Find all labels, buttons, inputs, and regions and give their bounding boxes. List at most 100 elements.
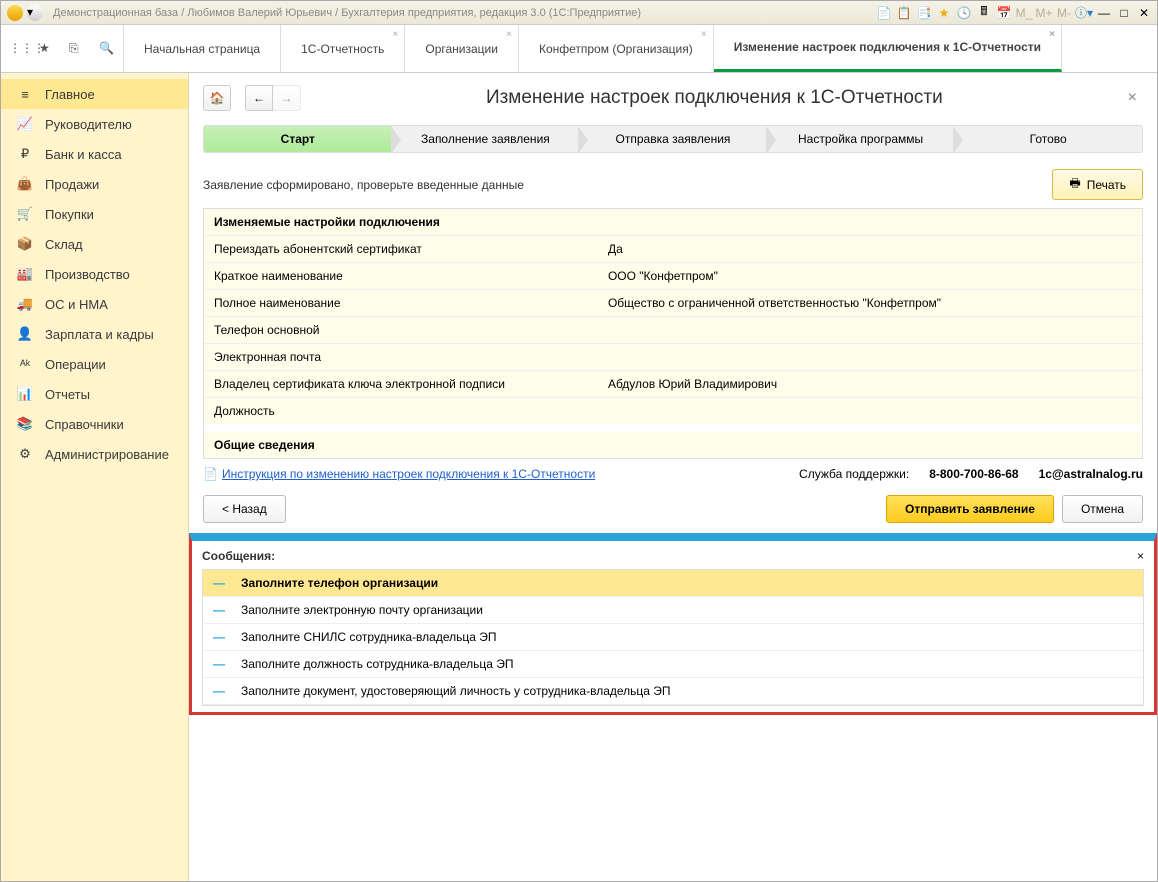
sidebar-item[interactable]: 👜Продажи — [1, 169, 188, 199]
search-icon[interactable]: 🔍 — [99, 41, 115, 57]
section1-header: Изменяемые настройки подключения — [204, 209, 1142, 236]
clipboard-icon[interactable]: ⎘ — [69, 41, 85, 57]
wizard-step[interactable]: Отправка заявления — [579, 126, 767, 152]
minimize-icon[interactable]: — — [1097, 6, 1111, 20]
tab-close-icon[interactable]: × — [393, 29, 399, 40]
ops-icon: ᴬᵏ — [15, 356, 35, 372]
tab-bar: ⋮⋮⋮ ★ ⎘ 🔍 Начальная страница1С-Отчетност… — [1, 25, 1157, 73]
message-item[interactable]: —Заполните документ, удостоверяющий личн… — [203, 678, 1143, 705]
row-label: Телефон основной — [204, 317, 598, 344]
row-value — [598, 398, 1142, 429]
row-value — [598, 344, 1142, 371]
sidebar-item[interactable]: 🛒Покупки — [1, 199, 188, 229]
sidebar-item[interactable]: ᴬᵏ Операции — [1, 349, 188, 379]
app-icon-1c — [7, 5, 23, 21]
m-icon-1[interactable]: M_ — [1017, 6, 1031, 20]
sidebar-item[interactable]: 🚚ОС и НМА — [1, 289, 188, 319]
sidebar-label: Руководителю — [45, 117, 132, 132]
row-label: Должность — [204, 398, 598, 429]
calendar-icon[interactable]: 📅 — [997, 6, 1011, 20]
sidebar-item[interactable]: 📚Справочники — [1, 409, 188, 439]
window-title: Демонстрационная база / Любимов Валерий … — [53, 7, 877, 19]
message-text: Заполните документ, удостоверяющий лично… — [241, 684, 671, 698]
sidebar-label: Банк и касса — [45, 147, 122, 162]
star-icon[interactable]: ★ — [937, 6, 951, 20]
support-label: Служба поддержки: — [799, 467, 909, 481]
print-button[interactable]: 🖶 Печать — [1052, 169, 1143, 200]
wizard-steps: СтартЗаполнение заявленияОтправка заявле… — [203, 125, 1143, 153]
message-text: Заполните электронную почту организации — [241, 603, 483, 617]
sidebar-item[interactable]: 🏭Производство — [1, 259, 188, 289]
apps-icon[interactable]: ⋮⋮⋮ — [9, 41, 25, 57]
tool-icon-c[interactable]: 📑 — [917, 6, 931, 20]
tab[interactable]: Организации× — [405, 25, 519, 72]
back-wizard-button[interactable]: < Назад — [203, 495, 286, 523]
tab-close-icon[interactable]: × — [1049, 29, 1055, 40]
send-button[interactable]: Отправить заявление — [886, 495, 1054, 523]
message-item[interactable]: —Заполните телефон организации — [203, 570, 1143, 597]
gear-icon: ⚙ — [15, 446, 35, 462]
sidebar-item[interactable]: 📦Склад — [1, 229, 188, 259]
doc-icon: 📄 — [203, 467, 218, 481]
print-icon: 🖶 — [1069, 174, 1080, 195]
sidebar-item[interactable]: ⚙Администрирование — [1, 439, 188, 469]
tab-label: Изменение настроек подключения к 1С-Отче… — [734, 40, 1041, 54]
person-icon: 👤 — [15, 326, 35, 342]
tab-close-icon[interactable]: × — [701, 29, 707, 40]
row-label: Электронная почта — [204, 344, 598, 371]
forward-button[interactable]: → — [273, 85, 301, 111]
back-button[interactable]: ← — [245, 85, 273, 111]
cancel-button[interactable]: Отмена — [1062, 495, 1143, 523]
tab[interactable]: 1С-Отчетность × — [281, 25, 405, 72]
row-label: Полное наименование — [204, 290, 598, 317]
sidebar-label: Покупки — [45, 207, 94, 222]
print-label: Печать — [1087, 178, 1126, 192]
app-icon-down[interactable]: ▾ — [27, 5, 43, 21]
maximize-icon[interactable]: □ — [1117, 6, 1131, 20]
wizard-step[interactable]: Заполнение заявления — [392, 126, 580, 152]
tab[interactable]: Конфетпром (Организация)× — [519, 25, 714, 72]
sidebar-label: Операции — [45, 357, 106, 372]
message-item[interactable]: —Заполните должность сотрудника-владельц… — [203, 651, 1143, 678]
row-label: Переиздать абонентский сертификат — [204, 236, 598, 263]
tool-icon-b[interactable]: 📋 — [897, 6, 911, 20]
tool-icon-a[interactable]: 📄 — [877, 6, 891, 20]
message-text: Заполните СНИЛС сотрудника-владельца ЭП — [241, 630, 497, 644]
tab-label: 1С-Отчетность — [301, 42, 384, 56]
close-page-icon[interactable]: × — [1122, 89, 1143, 107]
wizard-step[interactable]: Настройка программы — [767, 126, 955, 152]
message-text: Заполните должность сотрудника-владельца… — [241, 657, 514, 671]
message-item[interactable]: —Заполните СНИЛС сотрудника-владельца ЭП — [203, 624, 1143, 651]
history-icon[interactable]: 🕓 — [957, 6, 971, 20]
close-icon[interactable]: ✕ — [1137, 6, 1151, 20]
wizard-step[interactable]: Старт — [204, 126, 392, 152]
star-tab-icon[interactable]: ★ — [39, 41, 55, 57]
home-button[interactable]: 🏠 — [203, 85, 231, 111]
support-email: 1c@astralnalog.ru — [1039, 467, 1143, 481]
row-label: Краткое наименование — [204, 263, 598, 290]
sidebar-item[interactable]: 📈Руководителю — [1, 109, 188, 139]
tab[interactable]: Начальная страница — [124, 25, 281, 72]
row-value: Абдулов Юрий Владимирович — [598, 371, 1142, 398]
messages-title: Сообщения: — [202, 549, 1137, 563]
row-value: ООО "Конфетпром" — [598, 263, 1142, 290]
factory-icon: 🏭 — [15, 266, 35, 282]
message-dash-icon: — — [213, 603, 225, 617]
m-icon-2[interactable]: M+ — [1037, 6, 1051, 20]
instruction-link[interactable]: Инструкция по изменению настроек подключ… — [222, 467, 595, 481]
calculator-icon[interactable]: 🖩 — [977, 6, 991, 20]
info-icon[interactable]: ⓘ▾ — [1077, 6, 1091, 20]
wizard-step[interactable]: Готово — [954, 126, 1142, 152]
tab-close-icon[interactable]: × — [506, 29, 512, 40]
m-icon-3[interactable]: M- — [1057, 6, 1071, 20]
titlebar: ▾ Демонстрационная база / Любимов Валери… — [1, 1, 1157, 25]
sidebar-item[interactable]: 👤Зарплата и кадры — [1, 319, 188, 349]
messages-close-icon[interactable]: × — [1137, 549, 1144, 563]
book-icon: 📚 — [15, 416, 35, 432]
sidebar-item[interactable]: 📊Отчеты — [1, 379, 188, 409]
page-title: Изменение настроек подключения к 1С-Отче… — [307, 87, 1122, 109]
sidebar-item[interactable]: ₽Банк и касса — [1, 139, 188, 169]
message-item[interactable]: — Заполните электронную почту организации — [203, 597, 1143, 624]
sidebar-item[interactable]: ≡Главное — [1, 79, 188, 109]
tab[interactable]: Изменение настроек подключения к 1С-Отче… — [714, 25, 1062, 72]
